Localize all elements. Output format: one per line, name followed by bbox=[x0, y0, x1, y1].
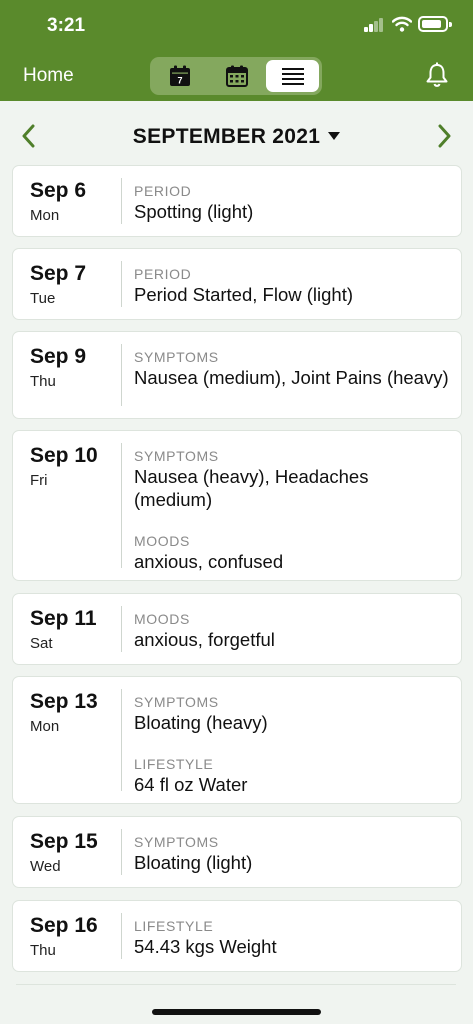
section-text: Nausea (heavy), Headaches (medium) bbox=[134, 466, 369, 510]
calendar-day-icon: 7 bbox=[169, 65, 190, 86]
section-title: SYMPTOMS bbox=[134, 834, 219, 850]
section-text: Spotting (light) bbox=[134, 201, 254, 222]
section-text: Bloating (light) bbox=[134, 852, 253, 873]
view-switcher: 7 bbox=[150, 57, 322, 95]
section-text: anxious, confused bbox=[134, 551, 284, 572]
section-text: Period Started, Flow (light) bbox=[134, 284, 354, 305]
entry-card[interactable]: Sep 7 Tue PERIOD Period Started, Flow (li… bbox=[12, 248, 462, 320]
entry-day: Sep 10 bbox=[30, 444, 98, 467]
divider bbox=[121, 829, 122, 875]
section-text: Nausea (medium), Joint Pains (heavy) bbox=[134, 367, 449, 388]
section-text: Bloating (heavy) bbox=[134, 712, 268, 733]
entry-weekday: Thu bbox=[30, 942, 56, 959]
entry-card[interactable]: Sep 15 Wed SYMPTOMS Bloating (light) bbox=[12, 816, 462, 888]
home-link[interactable]: Home bbox=[23, 65, 74, 87]
entry-card[interactable]: Sep 13 Mon SYMPTOMS Bloating (heavy) LIFE… bbox=[12, 676, 462, 804]
bell-icon[interactable] bbox=[425, 62, 449, 88]
section-title: MOODS bbox=[134, 533, 190, 549]
top-bar: 3:21 Home 7 bbox=[0, 0, 473, 101]
month-title: SEPTEMBER 2021 bbox=[132, 125, 321, 148]
divider bbox=[121, 178, 122, 224]
section-title: SYMPTOMS bbox=[134, 694, 219, 710]
entry-day: Sep 16 bbox=[30, 914, 98, 937]
entry-day: Sep 6 bbox=[30, 179, 87, 202]
entry-day: Sep 7 bbox=[30, 262, 87, 285]
month-view-button[interactable] bbox=[210, 60, 263, 92]
entry-weekday: Tue bbox=[30, 290, 56, 307]
entry-day: Sep 9 bbox=[30, 345, 87, 368]
day-view-button[interactable]: 7 bbox=[153, 60, 206, 92]
list-icon bbox=[281, 68, 304, 85]
entry-date: Sep 11 Sat bbox=[30, 606, 125, 652]
entry-date: Sep 10 Fri bbox=[30, 443, 125, 489]
section-text: 54.43 kgs Weight bbox=[134, 936, 277, 957]
entry-day: Sep 15 bbox=[30, 830, 98, 853]
divider bbox=[121, 606, 122, 652]
entry-weekday: Sat bbox=[30, 635, 53, 652]
cellular-signal-icon bbox=[364, 18, 384, 32]
home-indicator[interactable] bbox=[152, 1009, 321, 1015]
entry-day: Sep 11 bbox=[30, 607, 97, 630]
entry-date: Sep 15 Wed bbox=[30, 829, 125, 875]
divider bbox=[121, 443, 122, 568]
month-header: SEPTEMBER 2021 bbox=[0, 101, 473, 167]
section-title: PERIOD bbox=[134, 266, 192, 282]
entry-weekday: Mon bbox=[30, 207, 60, 224]
section-text: anxious, forgetful bbox=[134, 629, 275, 650]
divider bbox=[121, 261, 122, 307]
section-title: SYMPTOMS bbox=[134, 349, 219, 365]
wifi-icon bbox=[392, 16, 412, 32]
section-title: SYMPTOMS bbox=[134, 448, 219, 464]
month-selector[interactable]: SEPTEMBER 2021 bbox=[0, 125, 473, 149]
section-title: LIFESTYLE bbox=[134, 918, 214, 934]
entry-weekday: Fri bbox=[30, 472, 48, 489]
entry-card[interactable]: Sep 10 Fri SYMPTOMS Nausea (heavy), Heada… bbox=[12, 430, 462, 581]
divider bbox=[121, 344, 122, 406]
entry-card[interactable]: Sep 6 Mon PERIOD Spotting (light) bbox=[12, 165, 462, 237]
entry-card[interactable]: Sep 9 Thu SYMPTOMS Nausea (medium), Joint… bbox=[12, 331, 462, 419]
entry-day: Sep 13 bbox=[30, 690, 98, 713]
entry-card[interactable]: Sep 11 Sat MOODS anxious, forgetful bbox=[12, 593, 462, 665]
entry-weekday: Mon bbox=[30, 718, 60, 735]
entry-date: Sep 7 Tue bbox=[30, 261, 125, 307]
battery-icon bbox=[418, 16, 452, 32]
section-title: PERIOD bbox=[134, 183, 192, 199]
list-view-button[interactable] bbox=[266, 60, 319, 92]
entry-weekday: Thu bbox=[30, 373, 56, 390]
entry-date: Sep 16 Thu bbox=[30, 913, 125, 959]
calendar-day-number: 7 bbox=[177, 76, 182, 86]
divider bbox=[121, 689, 122, 791]
entry-date: Sep 13 Mon bbox=[30, 689, 125, 735]
section-text: 64 fl oz Water bbox=[134, 774, 248, 795]
chevron-right-icon[interactable] bbox=[433, 123, 455, 149]
entry-date: Sep 9 Thu bbox=[30, 344, 125, 390]
list-end-divider bbox=[16, 984, 456, 985]
status-time: 3:21 bbox=[47, 15, 86, 36]
caret-down-icon bbox=[328, 132, 341, 140]
section-title: MOODS bbox=[134, 611, 190, 627]
entry-weekday: Wed bbox=[30, 858, 61, 875]
divider bbox=[121, 913, 122, 959]
calendar-month-icon bbox=[225, 65, 248, 87]
section-title: LIFESTYLE bbox=[134, 756, 214, 772]
entry-card[interactable]: Sep 16 Thu LIFESTYLE 54.43 kgs Weight bbox=[12, 900, 462, 972]
entry-date: Sep 6 Mon bbox=[30, 178, 125, 224]
